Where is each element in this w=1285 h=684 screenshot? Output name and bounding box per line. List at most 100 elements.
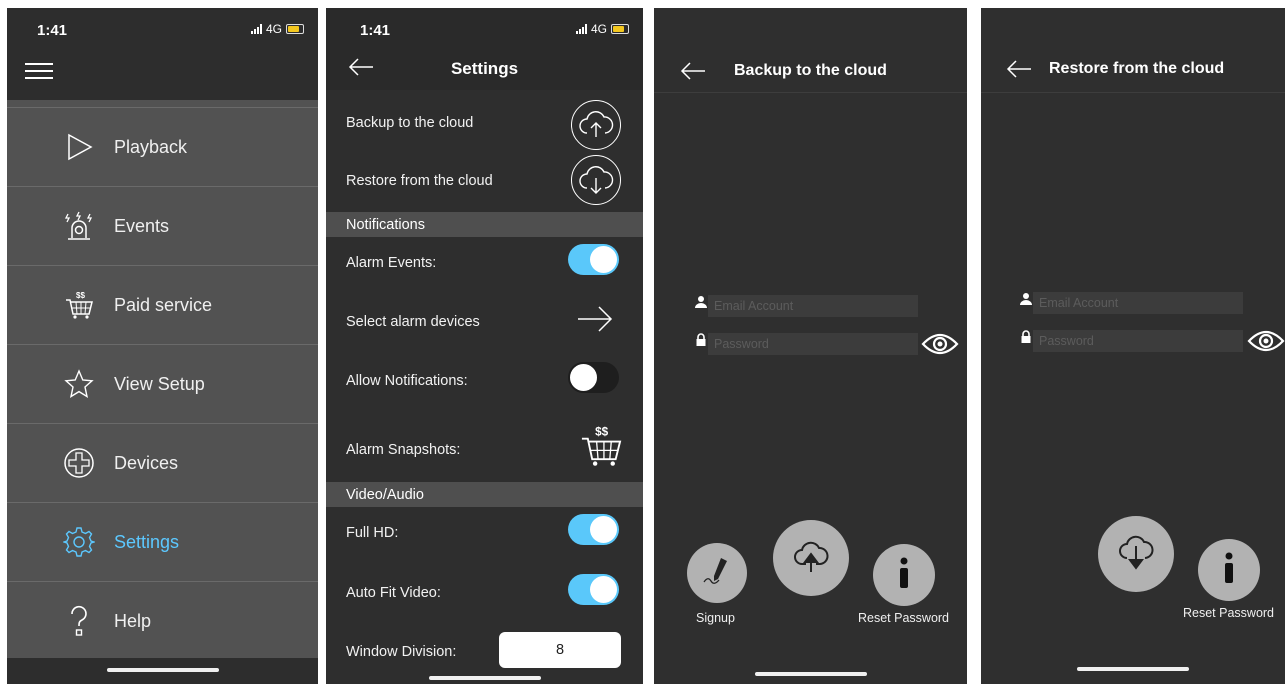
menu-label: Events: [114, 215, 170, 236]
show-password-eye-icon[interactable]: [921, 330, 959, 358]
backup-screen: Backup to the cloud Email Account Passwo…: [654, 8, 967, 684]
restore-header: Restore from the cloud: [981, 8, 1285, 93]
battery-icon: [611, 24, 629, 34]
restore-screen: Restore from the cloud Email Account Pas…: [981, 8, 1285, 684]
back-arrow-icon[interactable]: [1006, 59, 1032, 79]
window-division-row: Window Division: 8: [326, 628, 643, 680]
home-indicator[interactable]: [754, 672, 867, 676]
menu-footer: [7, 658, 318, 684]
gear-icon: [63, 526, 95, 558]
home-indicator[interactable]: [1077, 667, 1189, 671]
home-indicator[interactable]: [428, 676, 541, 680]
question-icon: [63, 605, 95, 637]
allow-notifications-toggle[interactable]: [568, 362, 619, 393]
menu-label: View Setup: [114, 373, 205, 394]
window-division-input[interactable]: 8: [499, 632, 621, 668]
status-time: 1:41: [37, 22, 68, 39]
select-alarm-devices-row[interactable]: Select alarm devices: [326, 290, 643, 352]
restore-row[interactable]: Restore from the cloud: [326, 154, 643, 210]
menu-item-settings[interactable]: Settings: [7, 502, 318, 581]
backup-label: Backup to the cloud: [346, 115, 474, 131]
menu-label: Help: [114, 610, 152, 631]
user-icon: [1019, 292, 1033, 306]
network-type: 4G: [265, 22, 282, 36]
cloud-download-icon: [1114, 530, 1158, 579]
show-password-eye-icon[interactable]: [1247, 327, 1285, 355]
video-audio-section-header: Video/Audio: [326, 482, 643, 507]
page-title: Backup to the cloud: [734, 62, 887, 79]
pen-icon: [700, 554, 734, 593]
settings-header: 1:41 4G Settings: [326, 8, 643, 90]
menu-label: Playback: [114, 136, 188, 157]
download-button[interactable]: [1098, 516, 1174, 592]
email-field[interactable]: Email Account: [1033, 292, 1243, 314]
svg-text:$$: $$: [595, 426, 609, 439]
menu-screen: 1:41 4G Playback Events $$ Paid service …: [7, 8, 318, 684]
arrow-right-icon[interactable]: [577, 304, 613, 339]
lock-icon: [694, 333, 708, 347]
cloud-upload-icon[interactable]: [571, 100, 621, 150]
page-title: Settings: [450, 59, 519, 78]
alarm-events-toggle[interactable]: [568, 244, 619, 275]
cloud-upload-icon: [789, 534, 833, 583]
hamburger-menu-icon[interactable]: [25, 63, 53, 84]
side-menu: Playback Events $$ Paid service View Set…: [7, 107, 318, 660]
signup-button[interactable]: [687, 543, 747, 603]
auto-fit-video-row: Auto Fit Video:: [326, 568, 643, 618]
signup-label: Signup: [696, 611, 735, 625]
allow-notifications-row: Allow Notifications:: [326, 354, 643, 408]
shopping-cart-icon: $$: [63, 289, 95, 321]
signal-icon: [250, 24, 262, 34]
menu-item-events[interactable]: Events: [7, 186, 318, 265]
full-hd-toggle[interactable]: [568, 514, 619, 545]
select-alarm-devices-label: Select alarm devices: [346, 314, 480, 330]
upload-button[interactable]: [773, 520, 849, 596]
network-type: 4G: [590, 22, 607, 36]
menu-label: Paid service: [114, 294, 213, 315]
menu-label: Devices: [114, 452, 179, 473]
password-field[interactable]: Password: [1033, 330, 1243, 352]
menu-label: Settings: [114, 531, 180, 552]
restore-label: Restore from the cloud: [346, 173, 493, 189]
menu-item-view-setup[interactable]: View Setup: [7, 344, 318, 423]
reset-password-button[interactable]: [873, 544, 935, 606]
alarm-events-label: Alarm Events:: [346, 255, 437, 271]
menu-item-playback[interactable]: Playback: [7, 107, 318, 186]
svg-text:$$: $$: [76, 291, 85, 300]
backup-header: Backup to the cloud: [654, 8, 967, 93]
info-icon: [1219, 551, 1239, 590]
add-circle-icon: [63, 447, 95, 479]
home-indicator[interactable]: [106, 668, 219, 672]
menu-item-devices[interactable]: Devices: [7, 423, 318, 502]
auto-fit-video-toggle[interactable]: [568, 574, 619, 605]
auto-fit-video-label: Auto Fit Video:: [346, 585, 441, 601]
menu-item-help[interactable]: Help: [7, 581, 318, 660]
email-field[interactable]: Email Account: [708, 295, 918, 317]
battery-icon: [286, 24, 304, 34]
back-arrow-icon[interactable]: [680, 61, 706, 81]
full-hd-row: Full HD:: [326, 508, 643, 558]
settings-screen: 1:41 4G Settings Backup to the cloud Res…: [326, 8, 643, 684]
play-icon: [63, 131, 95, 163]
window-division-label: Window Division:: [346, 644, 457, 660]
star-icon: [63, 368, 95, 400]
info-icon: [894, 556, 914, 595]
cloud-download-icon[interactable]: [571, 155, 621, 205]
reset-password-button[interactable]: [1198, 539, 1260, 601]
alarm-siren-icon: [63, 210, 95, 242]
menu-item-paid-service[interactable]: $$ Paid service: [7, 265, 318, 344]
shopping-cart-icon[interactable]: $$: [579, 424, 623, 473]
notifications-section-header: Notifications: [326, 212, 643, 237]
status-bar: 1:41 4G: [326, 8, 643, 52]
allow-notifications-label: Allow Notifications:: [346, 373, 468, 389]
password-field[interactable]: Password: [708, 333, 918, 355]
signal-icon: [575, 24, 587, 34]
lock-icon: [1019, 330, 1033, 344]
reset-password-label: Reset Password: [858, 611, 950, 625]
alarm-snapshots-row: Alarm Snapshots: $$: [326, 410, 643, 482]
page-title: Restore from the cloud: [1049, 60, 1225, 77]
user-icon: [694, 295, 708, 309]
alarm-events-row: Alarm Events:: [326, 238, 643, 288]
backup-row[interactable]: Backup to the cloud: [326, 96, 643, 152]
full-hd-label: Full HD:: [346, 525, 399, 541]
